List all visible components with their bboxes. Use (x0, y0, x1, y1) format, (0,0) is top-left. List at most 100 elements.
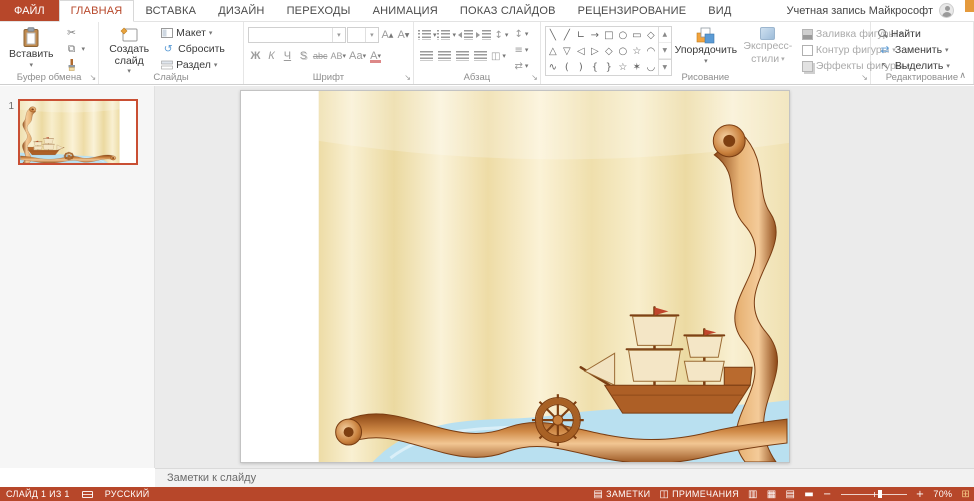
new-slide-label: Создать слайд (109, 43, 150, 67)
notes-toggle-button[interactable]: ▤ ЗАМЕТКИ (593, 489, 650, 500)
notes-pane[interactable]: Заметки к слайду (155, 468, 974, 487)
italic-button[interactable]: К (264, 48, 279, 64)
text-shadow-button[interactable]: S (296, 48, 311, 64)
powerpoint-window: { "titlebar": { "account_label": "Учетна… (0, 0, 974, 501)
change-case-button[interactable]: Аа ▾ (348, 48, 367, 64)
slide-sorter-view-button[interactable]: ▦ (767, 489, 777, 500)
tab-home[interactable]: ГЛАВНАЯ (58, 0, 135, 22)
tab-file[interactable]: ФАЙЛ (0, 0, 59, 21)
shape-icon[interactable]: □ (602, 27, 616, 43)
cut-button[interactable]: ✂ (62, 25, 89, 41)
copy-button[interactable]: ⧉ ▾ (62, 41, 89, 57)
smartart-caret-icon: ▾ (524, 61, 529, 70)
zoom-in-button[interactable]: + (916, 489, 925, 500)
account-avatar[interactable] (939, 3, 954, 18)
group-slides: Создать слайд ▾ Макет ▾ ↺ Сбросить Разде… (99, 22, 244, 84)
collapse-ribbon-icon[interactable]: ∧ (959, 71, 966, 81)
gallery-scroll-up-icon[interactable]: ▲ (658, 27, 671, 43)
arrange-button[interactable]: Упорядочить ▾ (675, 25, 737, 65)
reset-label: Сбросить (178, 43, 225, 55)
strikethrough-button[interactable]: abc (312, 48, 329, 64)
shrink-font-button[interactable]: А ▼ (396, 27, 411, 43)
slide-thumbnail[interactable] (18, 99, 138, 165)
shape-icon[interactable]: ▽ (560, 43, 574, 59)
numbering-button[interactable]: ▾ (437, 27, 456, 43)
shape-icon[interactable]: ○ (616, 43, 630, 59)
shape-icon[interactable]: ╲ (546, 27, 560, 43)
shape-icon[interactable]: ▭ (630, 27, 644, 43)
slide-canvas[interactable] (240, 90, 790, 463)
paste-button[interactable]: Вставить ▾ (4, 25, 59, 69)
shape-icon[interactable]: ◇ (644, 27, 658, 43)
font-color-button[interactable]: А ▾ (368, 48, 383, 64)
tab-design[interactable]: ДИЗАЙН (207, 0, 275, 21)
smartart-icon: ⇄ (514, 60, 523, 72)
slide-info-label: СЛАЙД 1 ИЗ 1 (6, 489, 70, 499)
slide-thumbnail-row: 1 (0, 99, 154, 165)
align-right-button[interactable] (454, 48, 471, 64)
tab-review[interactable]: РЕЦЕНЗИРОВАНИЕ (567, 0, 698, 21)
font-size-combo[interactable]: ▾ (346, 27, 379, 43)
decrease-indent-button[interactable] (457, 27, 474, 43)
find-button[interactable]: Найти (875, 26, 953, 42)
reset-button[interactable]: ↺ Сбросить (158, 41, 228, 57)
zoom-slider[interactable] (840, 490, 907, 498)
group-label-font: Шрифт (312, 72, 345, 83)
layout-button[interactable]: Макет ▾ (158, 25, 228, 41)
line-spacing-button[interactable]: ↕ ▾ (493, 27, 510, 43)
shape-icon[interactable]: ☆ (630, 43, 644, 59)
tab-insert[interactable]: ВСТАВКА (134, 0, 207, 21)
tab-animation[interactable]: АНИМАЦИЯ (362, 0, 449, 21)
shape-fill-icon (801, 28, 813, 40)
replace-button[interactable]: ⇄ Заменить ▾ (875, 42, 953, 58)
shape-icon[interactable]: ◠ (644, 43, 658, 59)
zoom-out-button[interactable]: − (823, 489, 832, 500)
status-language[interactable]: РУССКИЙ (99, 487, 156, 501)
case-label: Аа (348, 50, 363, 62)
comments-toggle-button[interactable]: ◫ ПРИМЕЧАНИЯ (659, 489, 739, 500)
tab-view[interactable]: ВИД (697, 0, 742, 21)
align-left-button[interactable] (418, 48, 435, 64)
justify-button[interactable] (472, 48, 489, 64)
format-painter-button[interactable] (62, 57, 89, 73)
quick-styles-button[interactable]: Экспресс- стили ▾ (740, 25, 796, 65)
shape-icon[interactable]: △ (546, 43, 560, 59)
new-slide-button[interactable]: Создать слайд ▾ (103, 25, 155, 75)
font-name-combo[interactable]: ▾ (247, 27, 346, 43)
zoom-slider-thumb[interactable] (877, 490, 882, 498)
gallery-scroll-down-icon[interactable]: ▼ (658, 43, 671, 59)
shape-icon[interactable]: → (588, 27, 602, 43)
shape-icon[interactable]: ╱ (560, 27, 574, 43)
slideshow-view-button[interactable]: ▬ (804, 489, 814, 500)
replace-label: Заменить (894, 44, 943, 56)
shape-icon[interactable]: ◇ (602, 43, 616, 59)
section-button[interactable]: Раздел ▾ (158, 57, 228, 73)
font-size-value (348, 28, 365, 42)
group-label-slides: Слайды (153, 72, 189, 83)
shape-icon[interactable]: ○ (616, 27, 630, 43)
shapes-grid: ╲ ╱ ∟ → □ ○ ▭ ◇ △ ▽ ◁ ▷ ◇ ○ ☆ ◠ ∿(){} ☆ ✶ ◡ (546, 27, 658, 75)
shape-icon[interactable]: ◁ (574, 43, 588, 59)
shape-row: ╲ ╱ ∟ → □ ○ ▭ ◇ (546, 27, 658, 43)
shape-icon[interactable]: ▷ (588, 43, 602, 59)
reading-view-button[interactable]: ▤ (786, 489, 796, 500)
bullets-button[interactable]: ▾ (417, 27, 436, 43)
font-color-caret-icon: ▾ (377, 51, 381, 60)
align-center-button[interactable] (436, 48, 453, 64)
account-area[interactable]: Учетная запись Майкрософт (787, 0, 974, 21)
spell-check-button[interactable] (76, 487, 99, 501)
increase-indent-button[interactable] (475, 27, 492, 43)
fit-to-window-button[interactable]: ⊞ (961, 489, 970, 500)
tab-transitions[interactable]: ПЕРЕХОДЫ (276, 0, 362, 21)
align-text-button[interactable]: ≡ ▾ (513, 42, 530, 58)
character-spacing-button[interactable]: АВ ▾ (329, 48, 347, 64)
bold-button[interactable]: Ж (248, 48, 263, 64)
columns-button[interactable]: ◫ ▾ (490, 48, 507, 64)
text-direction-button[interactable]: ↕ ▾ (513, 26, 530, 42)
grow-font-button[interactable]: А ▲ (380, 27, 395, 43)
shape-icon[interactable]: ∟ (574, 27, 588, 43)
underline-button[interactable]: Ч (280, 48, 295, 64)
tab-slideshow[interactable]: ПОКАЗ СЛАЙДОВ (449, 0, 567, 21)
zoom-level-label[interactable]: 70% (933, 489, 952, 499)
normal-view-button[interactable]: ▥ (748, 489, 758, 500)
